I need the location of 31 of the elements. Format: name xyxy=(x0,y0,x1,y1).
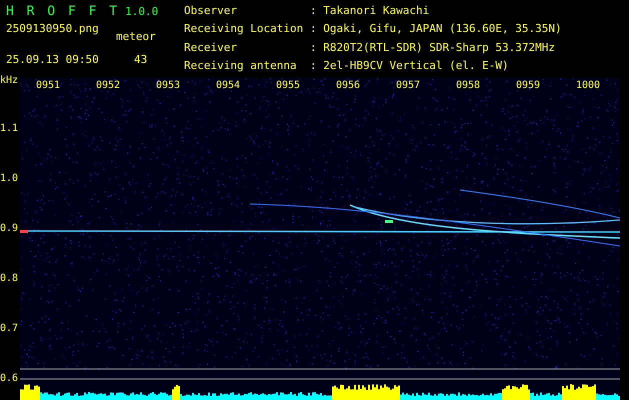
app-version: 1.0.0 xyxy=(125,5,158,18)
x-axis-label: 1000 xyxy=(576,80,602,91)
y-axis-label: 1.0 xyxy=(0,173,18,184)
y-axis-label: 0.6 xyxy=(0,373,18,384)
x-axis-label: 0956 xyxy=(336,80,362,91)
info-value: : 2el-HB9CV Vertical (el. E-W) xyxy=(310,60,510,74)
file-datetime: 25.09.13 09:50 xyxy=(6,53,100,66)
meteor-count: 43 xyxy=(133,53,148,66)
x-axis-label: 0955 xyxy=(276,80,302,91)
x-axis-label: 0953 xyxy=(156,80,182,91)
x-axis-label: 0959 xyxy=(516,80,542,91)
y-axis-label: 0.9 xyxy=(0,223,18,234)
info-label: Receiver xyxy=(184,42,238,56)
info-value: : Takanori Kawachi xyxy=(310,5,430,19)
info-value: : Ogaki, Gifu, JAPAN (136.60E, 35.35N) xyxy=(310,23,562,38)
y-axis-label: 0.7 xyxy=(0,323,18,334)
x-axis-label: 0954 xyxy=(216,80,242,91)
x-axis-label: 0951 xyxy=(36,80,62,91)
meteor-label: meteor xyxy=(116,30,157,43)
info-label: Receiving antenna xyxy=(184,60,298,74)
y-axis-label: 0.8 xyxy=(0,273,18,284)
info-label: Observer xyxy=(184,5,238,19)
y-axis-label: 1.1 xyxy=(0,123,18,134)
x-axis-label: 0952 xyxy=(96,80,122,91)
x-axis-label: 0957 xyxy=(396,80,422,91)
info-label: Receiving Location xyxy=(184,23,304,38)
axis-unit: kHz xyxy=(0,75,18,86)
file-name: 2509130950.png xyxy=(6,22,100,37)
info-value: : R820T2(RTL-SDR) SDR-Sharp 53.372MHz xyxy=(310,42,556,56)
x-axis-label: 0958 xyxy=(456,80,482,91)
app-title: H R O F F T xyxy=(6,4,118,19)
